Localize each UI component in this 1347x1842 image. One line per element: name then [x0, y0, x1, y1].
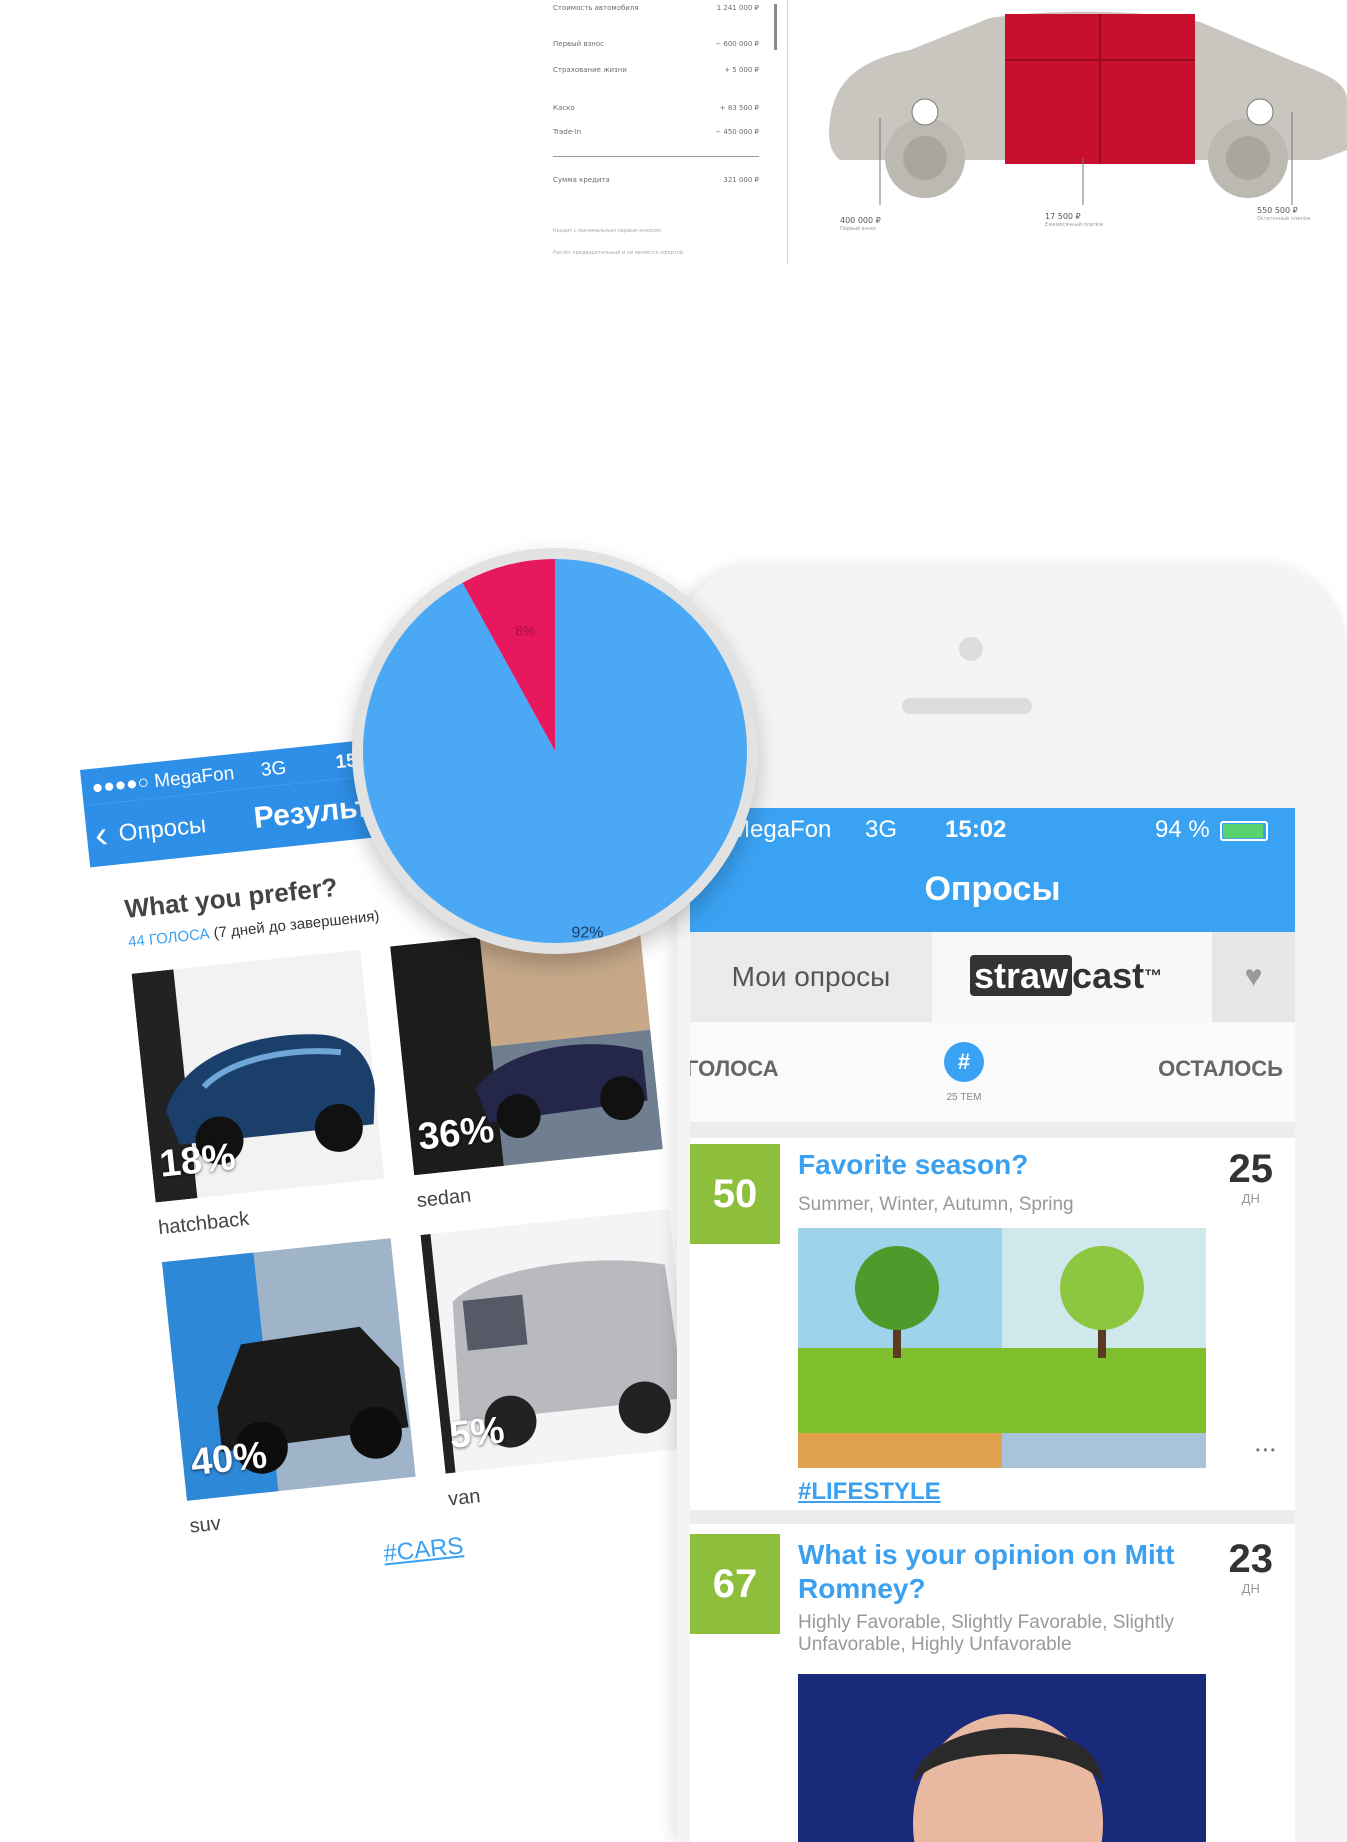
remaining-column-label: ОСТАЛОСЬ — [1158, 1056, 1283, 1081]
days-remaining: 25 ДН — [1229, 1148, 1274, 1208]
favorites-heart-icon[interactable]: ♥ — [1212, 932, 1295, 1022]
stats-bar: ГОЛОСА # 25 ТЕМ ОСТАЛОСЬ — [690, 1022, 1295, 1122]
topics-count: 25 ТЕМ — [946, 1092, 982, 1103]
row-label: Страхование жизни — [553, 66, 627, 74]
tab-my-polls[interactable]: Мои опросы — [690, 932, 932, 1022]
loan-summary-card: Стоимость автомобиля 1 241 000 ₽ Первый в… — [535, 0, 788, 265]
option-label: van — [447, 1485, 482, 1511]
segmented-control: Мои опросы straw cast™ ♥ — [690, 932, 1295, 1022]
poll-options: Highly Favorable, Slightly Favorable, Sl… — [798, 1612, 1174, 1655]
summary-row: Первый взнос − 600 000 ₽ — [553, 40, 759, 54]
days-remaining: 23 ДН — [1229, 1538, 1274, 1598]
time-label: 15:02 — [945, 816, 1007, 843]
option-card[interactable]: 36% — [390, 920, 663, 1176]
chevron-left-icon[interactable]: ‹ — [93, 814, 110, 858]
option-percent: 5% — [447, 1409, 507, 1457]
callout-value: 550 500 ₽ — [1257, 206, 1298, 215]
strawcast-logo: straw cast™ — [970, 954, 1162, 998]
votes-count-badge: 67 — [690, 1534, 780, 1634]
row-label: Стоимость автомобиля — [553, 4, 639, 12]
battery-percent: 94 % — [1155, 816, 1210, 843]
row-label: Trade-In — [553, 128, 582, 136]
logo-cast: cast — [1072, 955, 1145, 996]
summary-row: Trade-In − 450 000 ₽ — [553, 128, 759, 142]
callout-value: 400 000 ₽ — [840, 216, 881, 225]
votes-column-label: ГОЛОСА — [690, 1056, 779, 1081]
option-card[interactable]: 40% — [161, 1238, 416, 1501]
summary-row: Страхование жизни + 5 000 ₽ — [553, 66, 759, 80]
poll-card[interactable]: 67 What is your opinion on Mitt Romney? … — [690, 1524, 1295, 1842]
pie-slice-label: 8% — [515, 623, 535, 639]
row-label: Первый взнос — [553, 40, 604, 48]
callout-label: Ежемесячный платёж — [1045, 222, 1104, 228]
divider — [553, 156, 759, 157]
network-label: 3G — [259, 757, 288, 782]
poll-hashtag-link[interactable]: #LIFESTYLE — [798, 1478, 941, 1506]
tab-strawcast[interactable]: straw cast™ — [932, 932, 1212, 1022]
days-number: 23 — [1228, 1537, 1274, 1581]
votes-count[interactable]: 44 ГОЛОСА — [127, 925, 210, 950]
network-label: 3G — [865, 816, 898, 843]
row-value: − 600 000 ₽ — [715, 40, 759, 48]
poll-title[interactable]: Favorite season? — [798, 1148, 1028, 1182]
poll-options: Summer, Winter, Autumn, Spring — [798, 1194, 1074, 1215]
row-value: + 5 000 ₽ — [724, 66, 759, 74]
total-label: Сумма кредита — [553, 176, 610, 184]
pie-chart: 8% 92% — [363, 559, 747, 943]
seasons-photo — [798, 1228, 1206, 1468]
hashtag-link[interactable]: #CARS — [382, 1532, 465, 1568]
hashtag-icon[interactable]: # — [944, 1042, 984, 1082]
logo-tm: ™ — [1144, 966, 1163, 986]
earpiece-speaker — [902, 698, 1032, 714]
option-label: sedan — [415, 1184, 473, 1213]
callout-value: 17 500 ₽ — [1045, 212, 1081, 221]
row-label: Каско — [553, 104, 575, 112]
summary-row: Каско + 83 500 ₽ — [553, 104, 759, 118]
votes-count-badge: 50 — [690, 1144, 780, 1244]
poll-title[interactable]: What is your opinion on Mitt Romney? — [798, 1538, 1198, 1606]
battery-icon — [1220, 821, 1268, 841]
nav-bar: Опросы — [690, 852, 1295, 932]
polls-screen: MegaFon 3G 15:02 94 % Опросы Мои опросы … — [690, 808, 1295, 1842]
poll-card[interactable]: 50 Favorite season? Summer, Winter, Autu… — [690, 1138, 1295, 1510]
total-row: Сумма кредита 321 000 ₽ — [553, 176, 759, 190]
callout-monthly-payment: 17 500 ₽ Ежемесячный платёж — [1045, 212, 1103, 230]
status-bar: MegaFon 3G 15:02 94 % — [690, 808, 1295, 852]
more-options-icon[interactable]: • • • — [1256, 1443, 1275, 1457]
days-number: 25 — [1228, 1147, 1274, 1191]
callout-label: Остаточный платёж — [1257, 216, 1311, 222]
days-unit: ДН — [1241, 1581, 1260, 1596]
back-button[interactable]: Опросы — [117, 811, 207, 848]
scrollbar[interactable] — [774, 4, 777, 50]
option-label: hatchback — [157, 1207, 251, 1240]
portrait-photo — [798, 1674, 1206, 1842]
option-card[interactable]: 18% — [131, 949, 385, 1203]
pie-slice — [363, 559, 747, 943]
row-value: 1 241 000 ₽ — [716, 4, 759, 12]
callout-label: Первый взнос — [840, 226, 877, 232]
option-percent: 18% — [157, 1135, 238, 1186]
front-camera-icon — [959, 637, 983, 661]
option-label: suv — [188, 1512, 222, 1538]
footnote: Расчёт предварительный и не является офе… — [553, 250, 684, 256]
total-value: 321 000 ₽ — [723, 176, 759, 184]
option-percent: 40% — [188, 1434, 269, 1485]
pie-slice-label: 92% — [571, 924, 603, 941]
footnote: Кредит с минимальным первым взносом — [553, 228, 661, 234]
callout-residual-payment: 550 500 ₽ Остаточный платёж — [1257, 206, 1311, 224]
pie-chart-magnifier: 8% 92% — [352, 548, 758, 954]
option-percent: 36% — [416, 1108, 497, 1159]
logo-straw: straw — [970, 955, 1073, 996]
row-value: + 83 500 ₽ — [719, 104, 759, 112]
row-value: − 450 000 ₽ — [715, 128, 759, 136]
summary-row: Стоимость автомобиля 1 241 000 ₽ — [553, 4, 759, 18]
callout-first-payment: 400 000 ₽ Первый взнос — [840, 216, 881, 234]
days-unit: ДН — [1241, 1191, 1260, 1206]
option-card[interactable]: 5% — [420, 1208, 695, 1474]
page-title: Опросы — [924, 870, 1061, 908]
